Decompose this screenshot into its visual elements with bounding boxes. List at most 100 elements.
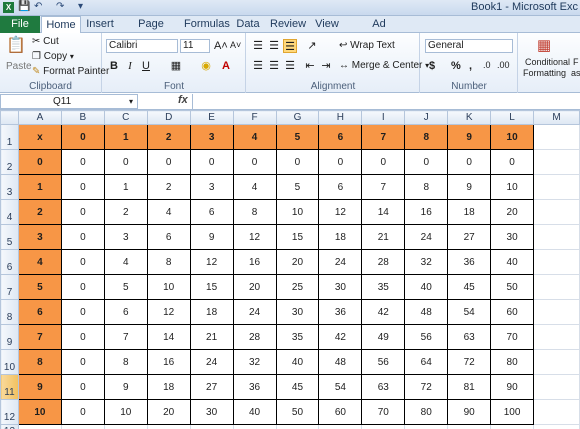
tab-formulas[interactable]: Formulas [184,16,230,33]
table-cell[interactable]: 15 [275,224,320,250]
table-cell[interactable]: 0 [60,249,105,275]
row-header-13[interactable]: 13 [0,424,19,429]
table-cell[interactable]: 32 [404,249,449,275]
table-cell[interactable]: 54 [447,299,492,325]
empty-cell[interactable] [361,424,406,429]
number-format-select[interactable]: General [425,39,513,53]
tab-file[interactable]: File [0,16,40,33]
table-cell[interactable]: 0 [60,274,105,300]
table-cell[interactable]: 7 [103,324,148,350]
table-cell[interactable]: 27 [447,224,492,250]
table-cell[interactable]: 50 [490,274,535,300]
table-cell[interactable]: 56 [404,324,449,350]
italic-button[interactable]: I [123,59,137,73]
tab-home[interactable]: Home [41,16,81,33]
save-icon[interactable]: 💾 [18,1,30,12]
column-header-b[interactable]: B [60,110,105,125]
table-cell[interactable]: 5 [275,174,320,200]
column-header-g[interactable]: G [275,110,320,125]
table-cell[interactable]: 10 [103,399,148,425]
underline-button[interactable]: U [139,59,153,73]
table-cell[interactable]: 36 [447,249,492,275]
table-cell[interactable]: 0 [232,149,277,175]
row-header-12[interactable]: 12 [0,399,19,425]
table-cell[interactable]: 16 [232,249,277,275]
column-header-j[interactable]: J [404,110,449,125]
table-cell[interactable]: 3 [189,174,234,200]
table-cell[interactable]: 0 [189,149,234,175]
empty-cell[interactable] [533,199,580,225]
table-row-header-cell[interactable]: 0 [17,149,62,175]
table-header-cell[interactable]: 4 [232,124,277,150]
column-header-c[interactable]: C [103,110,148,125]
row-header-5[interactable]: 5 [0,224,19,250]
table-cell[interactable]: 80 [490,349,535,375]
empty-cell[interactable] [447,424,492,429]
table-header-cell[interactable]: 8 [404,124,449,150]
paste-button[interactable]: 📋 [4,35,28,63]
bold-button[interactable]: B [107,59,121,73]
table-cell[interactable]: 60 [318,399,363,425]
shrink-font-button[interactable]: A˅ [230,40,241,50]
row-header-10[interactable]: 10 [0,349,19,375]
table-cell[interactable]: 0 [103,149,148,175]
table-cell[interactable]: 0 [60,149,105,175]
column-header-d[interactable]: D [146,110,191,125]
table-cell[interactable]: 0 [60,349,105,375]
table-cell[interactable]: 12 [146,299,191,325]
empty-cell[interactable] [533,424,580,429]
table-cell[interactable]: 50 [275,399,320,425]
align-left-icon[interactable]: ☰ [251,59,265,73]
table-cell[interactable]: 54 [318,374,363,400]
increase-decimal-icon[interactable]: .0 [483,60,491,70]
table-cell[interactable]: 100 [490,399,535,425]
name-box[interactable]: Q11 ▾ [0,94,138,109]
table-cell[interactable]: 18 [189,299,234,325]
table-cell[interactable]: 20 [275,249,320,275]
decrease-decimal-icon[interactable]: .00 [497,60,510,70]
table-header-cell[interactable]: 1 [103,124,148,150]
table-header-cell[interactable]: 7 [361,124,406,150]
table-cell[interactable]: 8 [146,249,191,275]
table-cell[interactable]: 56 [361,349,406,375]
table-cell[interactable]: 4 [232,174,277,200]
table-cell[interactable]: 24 [404,224,449,250]
empty-cell[interactable] [533,299,580,325]
table-cell[interactable]: 0 [60,299,105,325]
tab-data[interactable]: Data [234,16,262,33]
table-cell[interactable]: 0 [60,324,105,350]
table-cell[interactable]: 4 [103,249,148,275]
table-cell[interactable]: 90 [490,374,535,400]
redo-icon[interactable]: ↷ [56,1,64,12]
table-cell[interactable]: 48 [404,299,449,325]
table-cell[interactable]: 0 [404,149,449,175]
empty-cell[interactable] [533,124,580,150]
table-cell[interactable]: 28 [232,324,277,350]
table-cell[interactable]: 21 [189,324,234,350]
row-header-9[interactable]: 9 [0,324,19,350]
table-cell[interactable]: 0 [490,149,535,175]
column-header-e[interactable]: E [189,110,234,125]
copy-button[interactable]: ❐ Copy ▾ [32,51,74,62]
table-cell[interactable]: 18 [447,199,492,225]
grow-font-button[interactable]: A˄ [214,40,228,52]
table-cell[interactable]: 21 [361,224,406,250]
table-cell[interactable]: 10 [490,174,535,200]
table-row-header-cell[interactable]: 1 [17,174,62,200]
empty-cell[interactable] [318,424,363,429]
table-cell[interactable]: 8 [404,174,449,200]
undo-icon[interactable]: ↶ [34,1,42,12]
column-header-h[interactable]: H [318,110,363,125]
table-cell[interactable]: 40 [232,399,277,425]
empty-cell[interactable] [533,149,580,175]
table-cell[interactable]: 8 [103,349,148,375]
table-cell[interactable]: 8 [232,199,277,225]
table-header-cell[interactable]: 9 [447,124,492,150]
orientation-icon[interactable]: ↗ [305,39,319,53]
table-cell[interactable]: 10 [275,199,320,225]
table-cell[interactable]: 30 [189,399,234,425]
table-cell[interactable]: 35 [275,324,320,350]
empty-cell[interactable] [275,424,320,429]
row-header-7[interactable]: 7 [0,274,19,300]
table-row-header-cell[interactable]: 2 [17,199,62,225]
